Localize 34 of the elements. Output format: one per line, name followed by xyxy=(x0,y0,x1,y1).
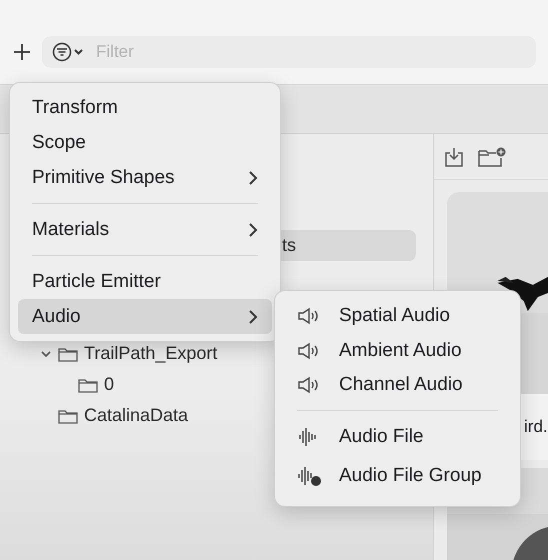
menu-label: Materials xyxy=(32,218,110,240)
menu-label: Particle Emitter xyxy=(32,270,161,292)
submenu-label: Ambient Audio xyxy=(339,340,462,362)
tree-label: TrailPath_Export xyxy=(84,343,218,364)
submenu-item[interactable]: Spatial Audio xyxy=(283,299,512,334)
menu-item[interactable]: Materials xyxy=(18,212,272,247)
folder-icon xyxy=(58,408,78,424)
import-icon[interactable] xyxy=(444,146,464,168)
tree-label: CatalinaData xyxy=(84,405,188,426)
tree-label: 0 xyxy=(104,374,114,395)
menu-item[interactable]: Scope xyxy=(18,125,272,160)
submenu-item[interactable]: Audio File Group xyxy=(283,456,512,496)
submenu-label: Audio File Group xyxy=(339,465,482,487)
menu-label: Primitive Shapes xyxy=(32,166,175,188)
submenu-item[interactable]: Audio File xyxy=(283,418,512,456)
add-button[interactable] xyxy=(12,42,32,62)
folder-icon xyxy=(58,346,78,362)
menu-item[interactable]: Audio xyxy=(18,299,272,334)
folder-icon xyxy=(78,376,98,392)
submenu-label: Channel Audio xyxy=(339,374,463,396)
submenu-label: Audio File xyxy=(339,426,424,448)
menu-item[interactable]: Particle Emitter xyxy=(18,264,272,299)
menu-item[interactable]: Primitive Shapes xyxy=(18,160,272,195)
asset-caption: ird. xyxy=(524,417,548,437)
menu-label: Transform xyxy=(32,96,118,118)
tree-label: ts xyxy=(282,235,296,256)
menu-label: Scope xyxy=(32,132,86,154)
waveform-group-icon xyxy=(297,465,321,487)
submenu-item[interactable]: Channel Audio xyxy=(283,368,512,402)
submenu-item[interactable]: Ambient Audio xyxy=(283,334,512,368)
filter-field[interactable]: Filter xyxy=(42,36,536,68)
menu-label: Audio xyxy=(32,306,81,328)
new-folder-icon[interactable] xyxy=(478,146,506,166)
submenu-label: Spatial Audio xyxy=(339,305,450,328)
